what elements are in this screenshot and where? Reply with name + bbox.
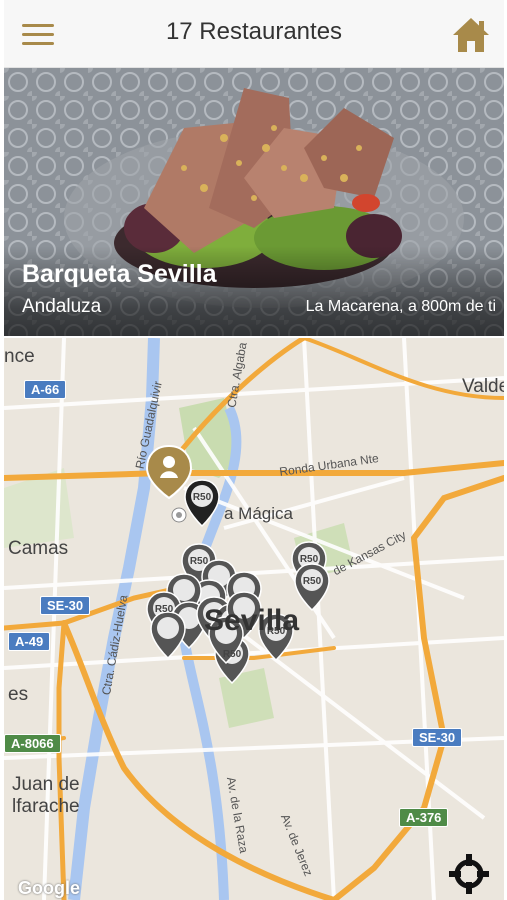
road-badge: SE-30 [40,596,91,615]
featured-restaurant-card[interactable]: Barqueta Sevilla Andaluza La Macarena, a… [4,68,504,336]
app-frame: 17 Restaurantes Barqueta Sevilla Andaluz… [4,0,504,900]
restaurant-name: Barqueta Sevilla [22,260,217,288]
map-label-city: Sevilla [204,604,300,637]
map-label: Valde [462,376,504,397]
home-icon[interactable] [451,16,491,54]
restaurants-map[interactable]: R50 R50 R50 R50 R50 R50 R50 nce Valde Ca… [4,338,504,900]
map-label: es [8,684,29,705]
road-badge: A-49 [8,632,51,651]
restaurant-cuisine: Andaluza [22,296,102,317]
pin-label: R50 [190,556,209,567]
map-attribution: Google [18,878,80,898]
map-label: Juan de [12,774,80,795]
road-badge: A-8066 [4,734,61,753]
pin-label: R50 [300,554,319,565]
nav-bar: 17 Restaurantes [4,0,504,68]
road-badge: A-376 [399,808,449,827]
map-label: a Mágica [224,504,293,523]
restaurant-location: La Macarena, a 800m de ti [305,298,496,315]
page-title: 17 Restaurantes [165,18,343,45]
map-label: nce [4,346,35,367]
pin-label: R50 [193,492,212,503]
pin-label: R50 [155,604,174,615]
crosshair-icon[interactable] [447,852,491,896]
map-label: Camas [8,538,69,559]
pin-label: R50 [303,576,322,587]
road-badge: SE-30 [412,728,463,747]
pin-label: R50 [223,649,242,660]
road-badge: A-66 [24,380,67,399]
map-label: lfarache [12,796,80,817]
